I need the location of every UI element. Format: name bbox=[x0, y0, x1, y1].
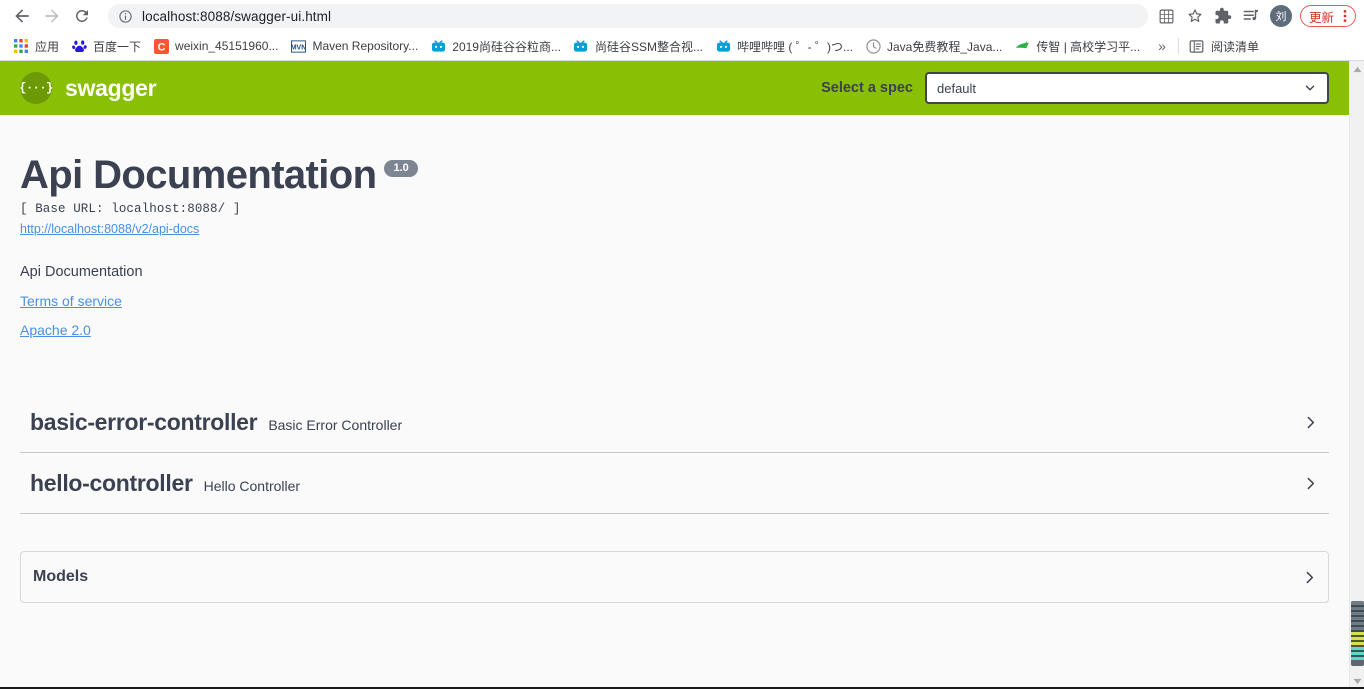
tag-section-hello-controller[interactable]: hello-controller Hello Controller bbox=[20, 453, 1329, 514]
tag-section-basic-error-controller[interactable]: basic-error-controller Basic Error Contr… bbox=[20, 392, 1329, 453]
spec-select-dropdown[interactable]: default bbox=[925, 72, 1329, 104]
chevron-right-icon[interactable] bbox=[1302, 475, 1319, 492]
api-docs-link[interactable]: http://localhost:8088/v2/api-docs bbox=[20, 222, 199, 236]
bilibili-icon bbox=[573, 38, 589, 54]
bookmark-itcast[interactable]: 传智 | 高校学习平... bbox=[1008, 35, 1146, 57]
info-circle-icon[interactable] bbox=[118, 9, 133, 24]
terms-of-service-link[interactable]: Terms of service bbox=[20, 293, 1329, 309]
address-bar[interactable]: localhost:8088/swagger-ui.html bbox=[108, 4, 1148, 28]
bookmark-baidu[interactable]: 百度一下 bbox=[65, 35, 147, 57]
tag-name: hello-controller bbox=[30, 469, 193, 496]
api-description: Api Documentation bbox=[20, 264, 143, 280]
chevron-right-icon[interactable] bbox=[1302, 414, 1319, 431]
bookmarks-bar: 应用 百度一下 C weixin_45151960... MVN Maven R… bbox=[0, 32, 1364, 60]
update-button[interactable]: 更新 bbox=[1299, 5, 1356, 27]
swagger-wordmark: swagger bbox=[65, 74, 157, 101]
chevron-down-icon bbox=[1303, 81, 1317, 95]
reading-list-label: 阅读清单 bbox=[1210, 39, 1259, 54]
reading-list-button[interactable]: 阅读清单 bbox=[1185, 38, 1263, 55]
arrow-left-icon bbox=[12, 6, 32, 26]
bookmark-label: 百度一下 bbox=[93, 39, 142, 54]
page-title: Api Documentation bbox=[20, 153, 377, 197]
bilibili-icon bbox=[715, 38, 731, 54]
swagger-braces-icon: {···} bbox=[19, 72, 53, 104]
csdn-icon: C bbox=[153, 38, 169, 54]
tag-description: Hello Controller bbox=[203, 477, 301, 494]
toolbar-right-group: 刘 更新 bbox=[1154, 3, 1356, 29]
browser-toolbar: localhost:8088/swagger-ui.html 刘 更新 bbox=[0, 0, 1364, 32]
bookmark-label: 尚硅谷SSM整合视... bbox=[594, 39, 703, 54]
bookmark-apps[interactable]: 应用 bbox=[7, 35, 65, 57]
bookmark-bilibili-2[interactable]: 尚硅谷SSM整合视... bbox=[567, 35, 709, 57]
itcast-icon bbox=[1014, 38, 1030, 54]
baidu-icon bbox=[71, 38, 87, 54]
license-link[interactable]: Apache 2.0 bbox=[20, 322, 1329, 338]
base-url: [ Base URL: localhost:8088/ ] bbox=[20, 202, 241, 216]
avatar[interactable]: 刘 bbox=[1269, 5, 1292, 27]
maven-icon: MVN bbox=[290, 38, 306, 54]
forward-button[interactable] bbox=[38, 2, 66, 30]
vertical-scrollbar[interactable] bbox=[1349, 61, 1364, 689]
api-info-block: Api Documentation 1.0 [ Base URL: localh… bbox=[20, 115, 1329, 338]
models-header[interactable]: Models bbox=[21, 552, 1328, 602]
bilibili-icon bbox=[430, 38, 446, 54]
url-text: localhost:8088/swagger-ui.html bbox=[142, 8, 332, 24]
tag-name: basic-error-controller bbox=[30, 408, 258, 435]
reload-button[interactable] bbox=[68, 2, 96, 30]
bookmark-label: 应用 bbox=[35, 39, 60, 54]
bookmarks-overflow-button[interactable]: » bbox=[1152, 38, 1172, 54]
bookmark-label: 哔哩哔哩 ( ゜- ゜)つ... bbox=[737, 39, 853, 54]
models-title: Models bbox=[33, 568, 89, 585]
puzzle-piece-icon[interactable] bbox=[1210, 3, 1236, 29]
swagger-topbar: {···} swagger Select a spec default bbox=[0, 61, 1349, 115]
tag-description: Basic Error Controller bbox=[268, 416, 403, 433]
version-badge: 1.0 bbox=[384, 160, 418, 177]
swagger-main-content: Api Documentation 1.0 [ Base URL: localh… bbox=[0, 115, 1349, 603]
models-section: Models bbox=[20, 551, 1329, 603]
playlist-icon[interactable] bbox=[1238, 3, 1264, 29]
browser-chrome: localhost:8088/swagger-ui.html 刘 更新 应用 百… bbox=[0, 0, 1364, 61]
bookmark-bilibili-3[interactable]: 哔哩哔哩 ( ゜- ゜)つ... bbox=[709, 35, 859, 57]
star-icon[interactable] bbox=[1182, 3, 1208, 29]
arrow-right-icon bbox=[42, 6, 62, 26]
api-title-row: Api Documentation 1.0 bbox=[20, 154, 1329, 196]
bookmark-csdn[interactable]: C weixin_45151960... bbox=[147, 35, 284, 57]
swagger-ui-page: {···} swagger Select a spec default Api … bbox=[0, 61, 1349, 689]
reading-list-icon bbox=[1189, 38, 1205, 54]
swagger-logo[interactable]: {···} swagger bbox=[19, 72, 157, 104]
bookmark-java-tutorial[interactable]: Java免费教程_Java... bbox=[859, 35, 1008, 57]
spec-selector: Select a spec default bbox=[821, 72, 1329, 104]
bookmark-label: 传智 | 高校学习平... bbox=[1036, 39, 1141, 54]
bookmark-label: 2019尚硅谷谷粒商... bbox=[452, 39, 561, 54]
grid-panel-icon[interactable] bbox=[1154, 3, 1180, 29]
scroll-up-arrow-icon[interactable] bbox=[1350, 61, 1364, 77]
svg-text:C: C bbox=[157, 41, 165, 53]
bookmark-bilibili-1[interactable]: 2019尚硅谷谷粒商... bbox=[424, 35, 567, 57]
bookmarks-divider bbox=[1177, 38, 1179, 54]
reload-icon bbox=[73, 7, 91, 25]
kebab-menu-icon[interactable] bbox=[1338, 8, 1352, 24]
spec-select-value: default bbox=[937, 80, 977, 96]
scrollbar-thumb-texture bbox=[1351, 601, 1364, 666]
update-label: 更新 bbox=[1308, 10, 1334, 25]
chevron-right-icon[interactable] bbox=[1301, 569, 1318, 586]
svg-text:MVN: MVN bbox=[291, 44, 306, 51]
window-bottom-edge bbox=[0, 687, 1364, 689]
bookmark-maven[interactable]: MVN Maven Repository... bbox=[284, 35, 424, 57]
operations-tag-list: basic-error-controller Basic Error Contr… bbox=[20, 392, 1329, 514]
bookmark-label: Maven Repository... bbox=[312, 39, 419, 53]
bookmark-label: Java免费教程_Java... bbox=[887, 39, 1003, 54]
clock-icon bbox=[865, 38, 881, 54]
select-a-spec-label: Select a spec bbox=[821, 80, 913, 96]
page-viewport: {···} swagger Select a spec default Api … bbox=[0, 61, 1364, 689]
back-button[interactable] bbox=[8, 2, 36, 30]
bookmark-label: weixin_45151960... bbox=[175, 39, 279, 53]
scrollbar-thumb[interactable] bbox=[1351, 601, 1364, 666]
apps-grid-icon bbox=[13, 38, 29, 54]
